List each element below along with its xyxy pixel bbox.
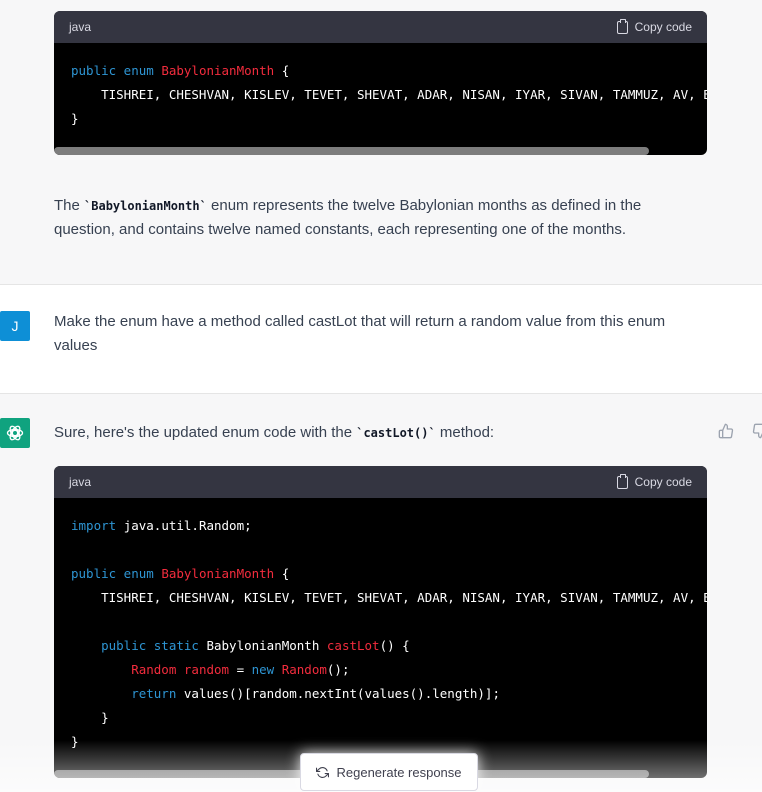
thumbs-up-icon[interactable] <box>718 423 734 439</box>
code-token: import <box>71 518 124 533</box>
code-token: Random <box>281 662 327 677</box>
code-token: BabylonianMonth <box>161 63 275 78</box>
code-line: public static BabylonianMonth castLot() … <box>71 634 707 658</box>
assistant-avatar <box>0 418 30 448</box>
code-block-header: java Copy code <box>54 466 707 498</box>
code-token: } <box>71 111 79 126</box>
feedback-buttons <box>718 423 762 439</box>
code-language-label: java <box>69 20 92 34</box>
code-language-label: java <box>69 475 92 489</box>
code-token: BabylonianMonth <box>161 566 275 581</box>
code-token: public enum <box>71 566 162 581</box>
user-message-text: Make the enum have a method called castL… <box>54 313 666 354</box>
code-token: values()[random.nextInt(values().length)… <box>183 686 500 701</box>
clipboard-icon <box>616 18 628 34</box>
assistant-intro-text: Sure, here's the updated enum code with … <box>54 424 495 441</box>
horizontal-scrollbar[interactable] <box>54 147 649 155</box>
code-content[interactable]: public enum BabylonianMonth { TISHREI, C… <box>54 43 707 131</box>
explanation-text: The `BabylonianMonth` enum represents th… <box>54 197 642 238</box>
code-token: } <box>71 734 79 749</box>
copy-code-label: Copy code <box>634 20 692 34</box>
code-line: } <box>71 706 707 730</box>
code-content[interactable]: import java.util.Random; public enum Bab… <box>54 498 707 754</box>
code-line: TISHREI, CHESHVAN, KISLEV, TEVET, SHEVAT… <box>71 586 707 610</box>
regenerate-label: Regenerate response <box>336 764 462 780</box>
code-token: } <box>71 710 109 725</box>
code-line: } <box>71 107 707 131</box>
copy-code-button[interactable]: Copy code <box>616 473 692 489</box>
code-line: TISHREI, CHESHVAN, KISLEV, TEVET, SHEVAT… <box>71 83 707 107</box>
code-token: Random <box>71 662 184 677</box>
copy-code-label: Copy code <box>634 475 692 489</box>
code-token: public enum <box>71 63 162 78</box>
code-block-2: java Copy code import java.util.Random; … <box>54 466 707 778</box>
copy-code-button[interactable]: Copy code <box>616 18 692 34</box>
code-token: { <box>274 566 290 581</box>
user-avatar: J <box>0 311 30 341</box>
code-line: public enum BabylonianMonth { <box>71 562 707 586</box>
code-token: (); <box>326 662 350 677</box>
code-line: } <box>71 730 707 754</box>
openai-logo-icon <box>6 425 24 441</box>
code-token: () { <box>379 638 410 653</box>
code-line: import java.util.Random; <box>71 514 707 538</box>
code-block-1: java Copy code public enum BabylonianMon… <box>54 11 707 155</box>
code-token: return <box>71 686 184 701</box>
code-line: public enum BabylonianMonth { <box>71 59 707 83</box>
code-line: Random random = new Random(); <box>71 658 707 682</box>
code-token: public static <box>71 638 207 653</box>
code-token: castLot <box>326 638 380 653</box>
code-line: return values()[random.nextInt(values().… <box>71 682 707 706</box>
code-token: TISHREI, CHESHVAN, KISLEV, TEVET, SHEVAT… <box>71 590 707 605</box>
code-token: TISHREI, CHESHVAN, KISLEV, TEVET, SHEVAT… <box>71 87 707 102</box>
code-token: java.util.Random; <box>123 518 252 533</box>
code-token: { <box>274 63 290 78</box>
regenerate-response-button[interactable]: Regenerate response <box>300 753 478 791</box>
code-token: random <box>183 662 230 677</box>
code-token: BabylonianMonth <box>206 638 327 653</box>
code-block-header: java Copy code <box>54 11 707 43</box>
refresh-icon <box>316 766 330 778</box>
code-token: new <box>251 662 282 677</box>
code-token: = <box>229 662 252 677</box>
thumbs-down-icon[interactable] <box>752 423 762 439</box>
clipboard-icon <box>616 473 628 489</box>
